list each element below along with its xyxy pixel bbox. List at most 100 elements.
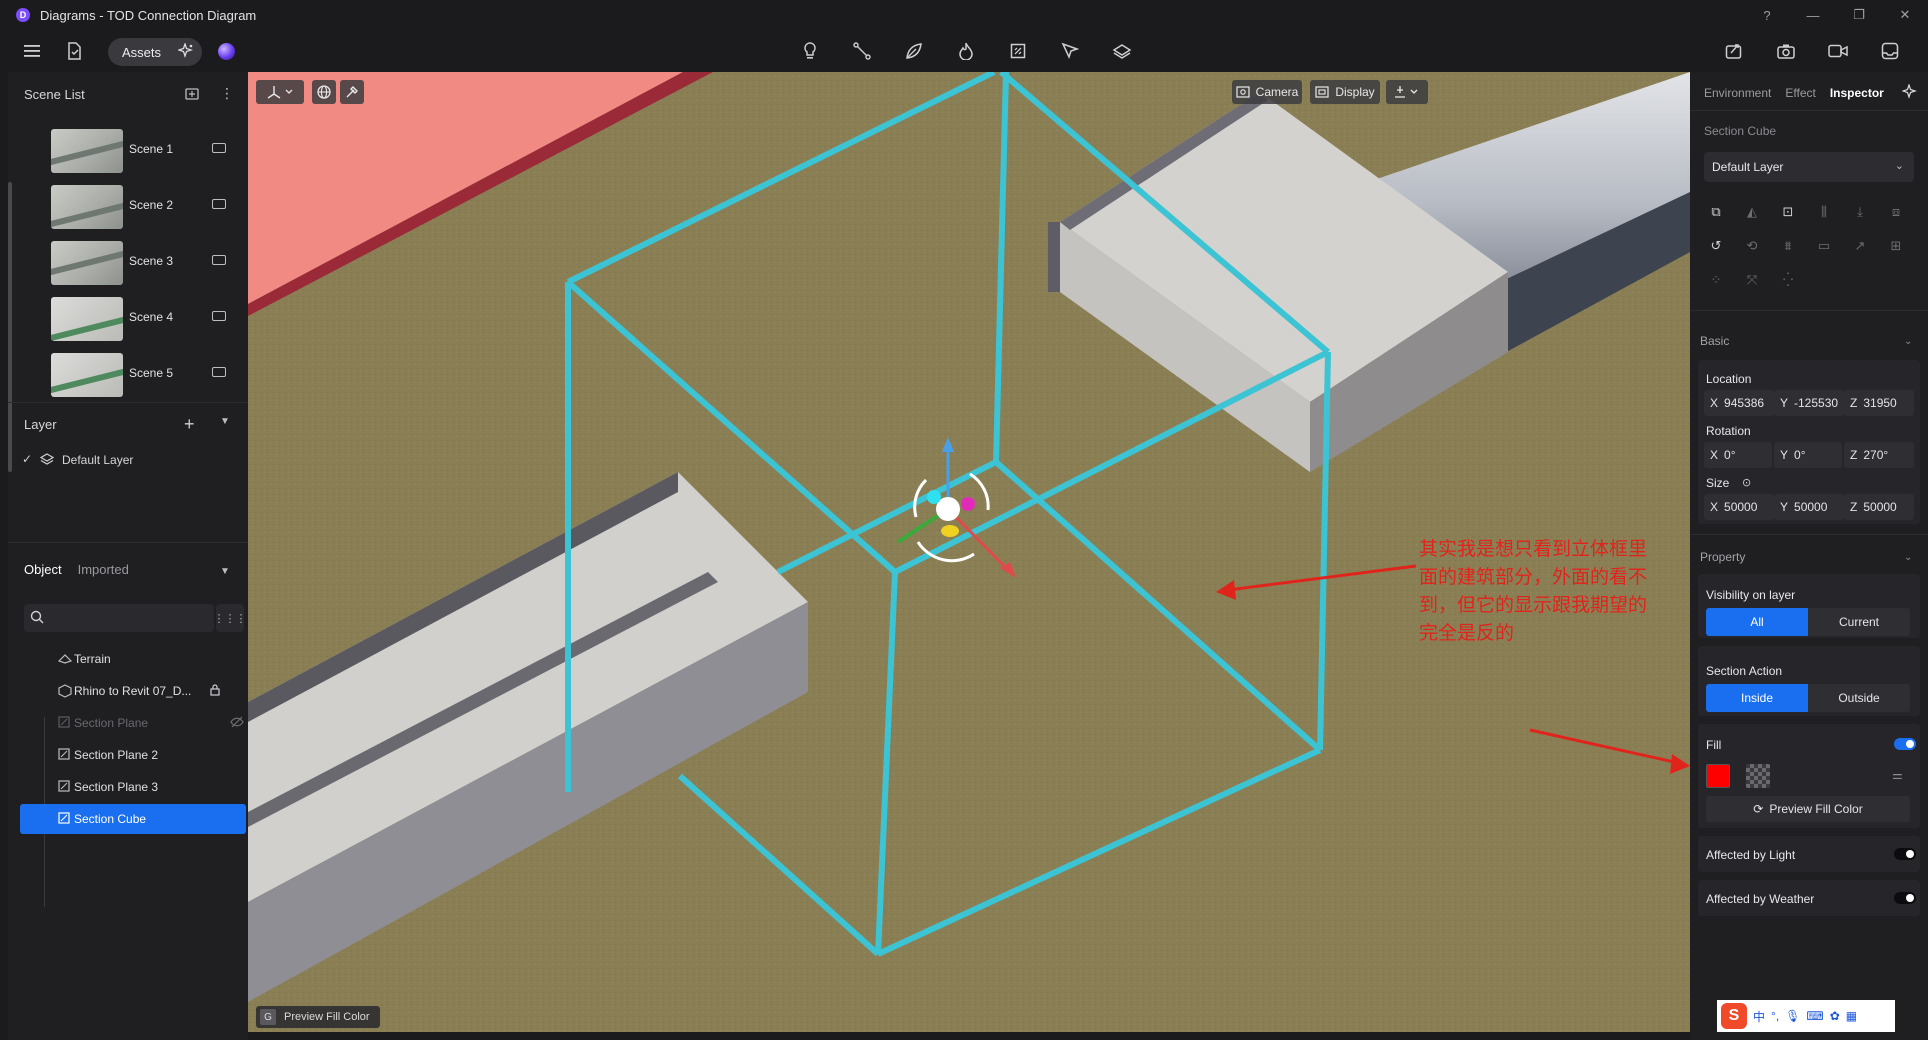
scene-item[interactable]: Scene 1	[8, 122, 248, 178]
scene-camera-icon[interactable]	[212, 367, 226, 377]
tab-inspector[interactable]: Inspector	[1830, 86, 1884, 100]
layer-select[interactable]: Default Layer ⌄	[1704, 152, 1914, 182]
more-icon[interactable]: ⋮	[220, 85, 234, 102]
expand-icon[interactable]: ⤧	[1740, 268, 1764, 292]
lock-icon[interactable]	[210, 684, 220, 699]
ai-orb-icon[interactable]	[218, 43, 235, 60]
group-icon[interactable]: ⊞	[1884, 234, 1908, 258]
layers-icon[interactable]	[1110, 39, 1134, 63]
inbox-icon[interactable]	[1878, 39, 1902, 63]
location-z-field[interactable]: Z 31950	[1844, 390, 1914, 416]
scene-camera-icon[interactable]	[212, 311, 226, 321]
ime-language[interactable]: 中	[1753, 1008, 1765, 1025]
size-y-field[interactable]: Y 50000	[1774, 494, 1844, 520]
folder-icon[interactable]: ▭	[1812, 234, 1836, 258]
size-x-field[interactable]: X 50000	[1704, 494, 1774, 520]
camera-button[interactable]: Camera	[1232, 80, 1302, 104]
lightbulb-icon[interactable]	[798, 39, 822, 63]
close-button[interactable]: ✕	[1882, 7, 1928, 23]
layer-item[interactable]: ✓ Default Layer	[8, 446, 248, 474]
skin-icon[interactable]: ✿	[1830, 1009, 1840, 1023]
collapse-chevron-icon[interactable]: ▼	[220, 416, 230, 427]
reset-icon[interactable]: ↺	[1704, 234, 1728, 258]
adjust-icon[interactable]: ⚌	[1892, 768, 1903, 782]
add-scene-icon[interactable]	[185, 88, 199, 103]
flame-icon[interactable]	[954, 39, 978, 63]
align-icon[interactable]: ⫼	[1812, 200, 1836, 224]
scene-item[interactable]: Scene 2	[8, 178, 248, 234]
tree-item-section-cube[interactable]: Section Cube	[20, 804, 246, 834]
tab-object[interactable]: Object	[24, 562, 62, 577]
section-outside-option[interactable]: Outside	[1808, 684, 1910, 712]
explode-icon[interactable]: ⁛	[1776, 268, 1800, 292]
fill-color-swatch[interactable]	[1706, 764, 1730, 788]
replace-icon[interactable]: ⧈	[1884, 200, 1908, 224]
tree-item-section-plane-3[interactable]: Section Plane 3	[20, 772, 246, 802]
scene-camera-icon[interactable]	[212, 255, 226, 265]
ai-sparkle-icon[interactable]	[1901, 83, 1918, 103]
section-icon[interactable]	[1006, 39, 1030, 63]
filter-grid-icon[interactable]: ⋮⋮⋮	[214, 604, 247, 632]
scene-item[interactable]: Scene 3	[8, 234, 248, 290]
microphone-icon[interactable]: 🎙	[1785, 1009, 1800, 1023]
scene-camera-icon[interactable]	[212, 199, 226, 209]
ime-punctuation-icon[interactable]: °,	[1771, 1009, 1779, 1023]
fill-toggle[interactable]	[1894, 738, 1916, 750]
leaf-icon[interactable]	[902, 39, 926, 63]
affected-light-toggle[interactable]	[1894, 848, 1916, 860]
size-z-field[interactable]: Z 50000	[1844, 494, 1914, 520]
preview-fill-color-button[interactable]: ⟳ Preview Fill Color	[1706, 796, 1910, 822]
affected-weather-toggle[interactable]	[1894, 892, 1916, 904]
assets-button[interactable]: Assets	[108, 38, 202, 66]
drop-icon[interactable]: ⤓	[1848, 200, 1872, 224]
ime-toolbar[interactable]: S 中 °, 🎙 ⌨ ✿ ▦	[1717, 1000, 1895, 1032]
tree-item-section-plane[interactable]: Section Plane	[20, 708, 246, 738]
tree-item-section-plane-2[interactable]: Section Plane 2	[20, 740, 246, 770]
path-icon[interactable]	[850, 39, 874, 63]
collapse-chevron-icon[interactable]: ▼	[220, 566, 230, 577]
tree-item-model[interactable]: Rhino to Revit 07_D...	[20, 676, 246, 706]
share-icon[interactable]: ↗	[1848, 234, 1872, 258]
mirror-icon[interactable]: ◭	[1740, 200, 1764, 224]
tab-imported[interactable]: Imported	[78, 562, 129, 577]
scatter-icon[interactable]: ⁘	[1704, 268, 1728, 292]
tree-item-terrain[interactable]: Terrain	[20, 644, 246, 674]
visibility-all-option[interactable]: All	[1706, 608, 1808, 636]
tab-environment[interactable]: Environment	[1704, 86, 1771, 100]
object-search-input[interactable]	[24, 604, 214, 632]
navigation-mode-dropdown[interactable]	[1386, 80, 1428, 104]
rotation-x-field[interactable]: X 0°	[1704, 442, 1772, 468]
scene-camera-icon[interactable]	[212, 143, 226, 153]
section-inside-option[interactable]: Inside	[1706, 684, 1808, 712]
display-button[interactable]: Display	[1310, 80, 1380, 104]
copy-icon[interactable]: ⧉	[1704, 200, 1728, 224]
menu-icon[interactable]	[20, 39, 44, 63]
help-icon[interactable]: ?	[1744, 8, 1790, 23]
axis-gizmo-dropdown[interactable]	[256, 80, 304, 104]
add-layer-icon[interactable]: +	[184, 414, 195, 435]
restore-button[interactable]: ❐	[1836, 7, 1882, 23]
stack-icon[interactable]: ⩩	[1776, 234, 1800, 258]
eye-hidden-icon[interactable]	[230, 716, 244, 731]
focus-icon[interactable]: ⊡	[1776, 200, 1800, 224]
3d-viewport[interactable]: Camera Display 其实我是想只看到立体框里面的建筑部分，外面的看不到…	[248, 72, 1690, 1032]
link-proportion-icon[interactable]: ⊙	[1742, 476, 1751, 489]
export-icon[interactable]	[1722, 39, 1746, 63]
location-x-field[interactable]: X 945386	[1704, 390, 1774, 416]
tab-effect[interactable]: Effect	[1785, 86, 1815, 100]
eyedropper-icon[interactable]	[340, 80, 364, 104]
scene-item[interactable]: Scene 5	[8, 346, 248, 402]
camera-icon[interactable]	[1774, 39, 1798, 63]
fill-opacity-swatch[interactable]	[1746, 764, 1770, 788]
globe-icon[interactable]	[312, 80, 336, 104]
sync-icon[interactable]: ⟲	[1740, 234, 1764, 258]
chevron-down-icon[interactable]: ⌄	[1904, 552, 1912, 563]
scene-item[interactable]: Scene 4	[8, 290, 248, 346]
rotation-y-field[interactable]: Y 0°	[1774, 442, 1842, 468]
rotation-z-field[interactable]: Z 270°	[1844, 442, 1914, 468]
keyboard-icon[interactable]: ⌨	[1806, 1009, 1823, 1023]
apps-grid-icon[interactable]: ▦	[1846, 1009, 1857, 1023]
location-y-field[interactable]: Y -125530	[1774, 390, 1844, 416]
visibility-current-option[interactable]: Current	[1808, 608, 1910, 636]
chevron-down-icon[interactable]: ⌄	[1904, 336, 1912, 347]
